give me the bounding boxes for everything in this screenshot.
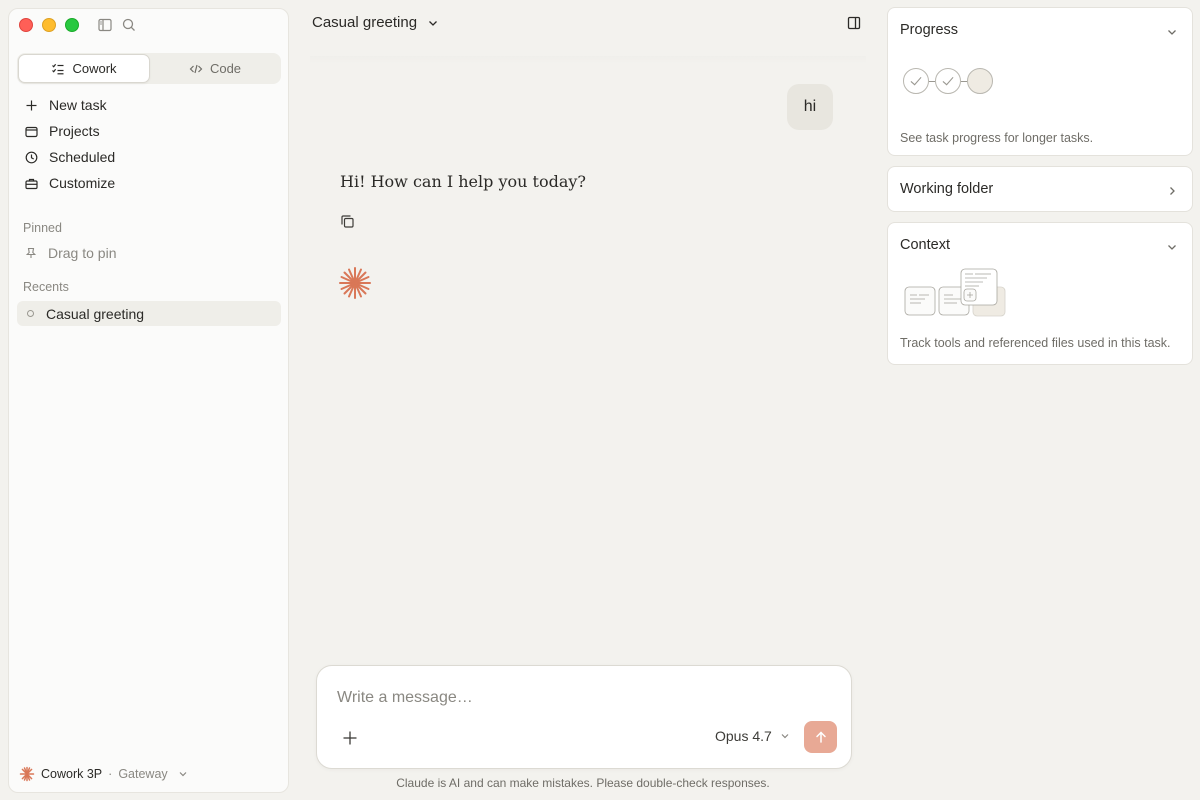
chevron-down-icon [781, 734, 789, 739]
send-button[interactable] [804, 721, 837, 753]
chat-area: Casual greeting hi Hi! How can I help yo… [290, 0, 880, 800]
sidebar-item-new-task[interactable]: New task [17, 92, 281, 118]
assistant-message: Hi! How can I help you today? [340, 172, 586, 191]
step-pending-icon [967, 68, 993, 94]
ai-disclaimer: Claude is AI and can make mistakes. Plea… [396, 776, 770, 790]
copy-icon[interactable] [340, 214, 355, 229]
context-description: Track tools and referenced files used in… [900, 336, 1171, 350]
context-files-illustration-icon [904, 268, 1006, 317]
collapse-context-button[interactable] [1166, 240, 1178, 252]
mode-tab-code[interactable]: Code [150, 54, 280, 83]
mode-tab-label: Cowork [72, 61, 117, 76]
account-separator: · [108, 767, 113, 781]
step-done-check-icon [935, 68, 961, 94]
pin-hint: Drag to pin [48, 245, 117, 261]
app-window: Cowork Code New task Projects Scheduled [0, 0, 1200, 800]
chat-title: Casual greeting [312, 14, 418, 31]
account-name: Cowork 3P [41, 767, 103, 781]
sidebar-toggle-icon[interactable] [97, 17, 113, 33]
status-dot-icon [27, 310, 34, 317]
sidebar-nav: New task Projects Scheduled Customize [17, 92, 281, 196]
pinned-section-label: Pinned [23, 221, 62, 235]
message-input[interactable] [337, 686, 817, 710]
chevron-down-icon [179, 772, 187, 777]
header-divider [310, 56, 866, 64]
checklist-icon [52, 63, 64, 74]
user-message: hi [787, 84, 833, 130]
progress-panel-title: Progress [900, 22, 959, 38]
recents-section-label: Recents [23, 280, 69, 294]
user-message-text: hi [803, 98, 817, 115]
model-name: Opus 4.7 [715, 728, 772, 744]
sidebar-item-label: Customize [49, 175, 116, 191]
zoom-window-button[interactable] [65, 18, 79, 32]
context-panel: Context Track tools and referenced files… [887, 222, 1193, 365]
progress-description: See task progress for longer tasks. [900, 131, 1094, 145]
account-switcher[interactable]: Cowork 3P · Gateway [19, 766, 188, 782]
pin-icon [25, 247, 37, 258]
sidebar: Cowork Code New task Projects Scheduled [8, 8, 289, 793]
plus-icon [26, 100, 37, 110]
mode-tab-cowork[interactable]: Cowork [18, 54, 150, 83]
recent-item-casual-greeting[interactable]: Casual greeting [17, 301, 281, 326]
mode-tab-label: Code [209, 61, 242, 76]
folder-icon [25, 126, 38, 137]
sidebar-item-scheduled[interactable]: Scheduled [17, 144, 281, 170]
pin-drop-zone[interactable]: Drag to pin [24, 245, 116, 261]
code-icon [189, 64, 203, 73]
collapse-progress-button[interactable] [1166, 25, 1178, 37]
context-panel-title: Context [900, 237, 950, 253]
window-controls [19, 18, 79, 32]
working-folder-title: Working folder [900, 181, 994, 197]
close-window-button[interactable] [19, 18, 33, 32]
right-panel-toggle-icon[interactable] [847, 16, 861, 30]
search-icon[interactable] [121, 17, 137, 33]
account-org: Gateway [118, 767, 168, 781]
arrow-up-icon [815, 731, 826, 743]
minimize-window-button[interactable] [42, 18, 56, 32]
add-attachment-button[interactable] [341, 729, 359, 747]
message-composer: Opus 4.7 [316, 665, 852, 769]
claude-spark-icon [338, 266, 372, 300]
chevron-down-icon [1168, 245, 1176, 250]
sidebar-item-label: New task [49, 97, 107, 113]
claude-logo-icon [19, 766, 35, 782]
working-folder-panel[interactable]: Working folder [887, 166, 1193, 212]
mode-switch: Cowork Code [17, 53, 281, 84]
plus-icon [343, 731, 357, 745]
progress-steps [903, 68, 993, 94]
sidebar-item-projects[interactable]: Projects [17, 118, 281, 144]
recent-item-label: Casual greeting [46, 305, 145, 322]
chevron-right-icon[interactable] [1166, 184, 1178, 196]
chevron-down-icon [429, 20, 438, 26]
sidebar-item-customize[interactable]: Customize [17, 170, 281, 196]
clock-icon [25, 151, 38, 163]
briefcase-icon [25, 178, 38, 189]
chevron-down-icon [1168, 30, 1176, 35]
sidebar-item-label: Projects [49, 123, 100, 139]
sidebar-item-label: Scheduled [49, 149, 116, 165]
chat-title-dropdown[interactable]: Casual greeting [312, 14, 439, 31]
model-selector[interactable]: Opus 4.7 [715, 728, 790, 744]
progress-panel: Progress See task progress for longer ta… [887, 7, 1193, 156]
step-done-check-icon [903, 68, 929, 94]
